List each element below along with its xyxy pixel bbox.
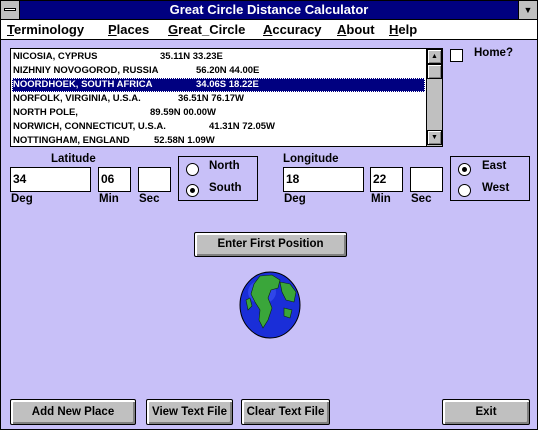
minimize-icon[interactable]: ▼ — [518, 1, 537, 19]
place-name: NORWICH, CONNECTICUT, U.S.A. — [13, 121, 166, 132]
latitude-sec-field[interactable] — [138, 167, 171, 192]
menu-mnemonic: H — [389, 22, 399, 37]
south-label: South — [209, 182, 242, 194]
list-item[interactable]: NORTH POLE, 89.59N 00.00W — [12, 106, 425, 120]
latitude-deg-label: Deg — [11, 193, 33, 205]
longitude-deg-label: Deg — [284, 193, 306, 205]
menu-label: reat_Circle — [178, 22, 246, 37]
list-item[interactable]: NICOSIA, CYPRUS 35.11N 33.23E — [12, 50, 425, 64]
menu-bar: Terminology Places Great_Circle Accuracy… — [1, 20, 537, 40]
latitude-hemisphere-group: North South — [178, 156, 258, 201]
latitude-heading: Latitude — [51, 153, 96, 165]
view-text-file-button[interactable]: View Text File — [146, 399, 233, 425]
place-name: NICOSIA, CYPRUS — [13, 51, 98, 62]
menu-mnemonic: P — [108, 22, 117, 37]
menu-label: bout — [346, 22, 375, 37]
menu-label: elp — [398, 22, 418, 37]
north-radio[interactable] — [186, 163, 199, 176]
longitude-hemisphere-group: East West — [450, 156, 530, 201]
scroll-thumb[interactable] — [427, 64, 442, 79]
north-label: North — [209, 160, 240, 172]
menu-places[interactable]: Places — [108, 22, 149, 37]
longitude-sec-field[interactable] — [410, 167, 443, 192]
scroll-up-icon[interactable]: ▲ — [427, 49, 442, 64]
west-label: West — [482, 182, 510, 194]
menu-label: erminology — [13, 22, 85, 37]
place-coords: 36.51N 76.17W — [178, 93, 245, 104]
menu-about[interactable]: About — [337, 22, 375, 37]
list-item-selected[interactable]: NOORDHOEK, SOUTH AFRICA 34.06S 18.22E — [12, 78, 425, 92]
place-coords: 89.59N 00.00W — [150, 107, 217, 118]
latitude-min-label: Min — [99, 193, 119, 205]
latitude-deg-field[interactable]: 34 — [10, 167, 91, 192]
latitude-sec-label: Sec — [139, 193, 160, 205]
menu-terminology[interactable]: Terminology — [7, 22, 84, 37]
place-coords: 56.20N 44.00E — [196, 65, 260, 76]
longitude-sec-label: Sec — [411, 193, 432, 205]
app-window: Great Circle Distance Calculator ▼ Termi… — [0, 0, 538, 430]
menu-mnemonic: G — [168, 22, 179, 37]
clear-text-file-button[interactable]: Clear Text File — [241, 399, 330, 425]
place-name: NIZHNIY NOVOGOROD, RUSSIA — [13, 65, 159, 76]
place-coords: 35.11N 33.23E — [160, 51, 223, 62]
place-name: NOTTINGHAM, ENGLAND — [13, 135, 130, 146]
window-title: Great Circle Distance Calculator — [169, 2, 369, 17]
home-label: Home? — [474, 47, 513, 59]
title-bar: Great Circle Distance Calculator ▼ — [1, 1, 537, 20]
list-item[interactable]: NOTTINGHAM, ENGLAND 52.58N 1.09W — [12, 134, 425, 148]
enter-position-button[interactable]: Enter First Position — [194, 232, 347, 257]
menu-label: ccuracy — [272, 22, 322, 37]
west-radio[interactable] — [458, 184, 471, 197]
place-coords: 52.58N 1.09W — [154, 135, 215, 146]
menu-help[interactable]: Help — [389, 22, 417, 37]
places-listbox[interactable]: NICOSIA, CYPRUS 35.11N 33.23E NIZHNIY NOV… — [10, 48, 443, 147]
longitude-min-label: Min — [371, 193, 391, 205]
longitude-heading: Longitude — [283, 153, 339, 165]
list-scrollbar[interactable]: ▲ ▼ — [426, 49, 442, 146]
menu-great-circle[interactable]: Great_Circle — [168, 22, 245, 37]
scroll-down-icon[interactable]: ▼ — [427, 130, 442, 145]
menu-label: laces — [116, 22, 150, 37]
longitude-min-field[interactable]: 22 — [370, 167, 403, 192]
east-label: East — [482, 160, 507, 172]
longitude-deg-field[interactable]: 18 — [283, 167, 364, 192]
menu-accuracy[interactable]: Accuracy — [263, 22, 322, 37]
place-coords: 41.31N 72.05W — [209, 121, 276, 132]
south-radio[interactable] — [186, 184, 199, 197]
exit-button[interactable]: Exit — [442, 399, 530, 425]
east-radio[interactable] — [458, 163, 471, 176]
menu-mnemonic: T — [7, 22, 14, 37]
list-item[interactable]: NORWICH, CONNECTICUT, U.S.A. 41.31N 72.05… — [12, 120, 425, 134]
add-new-place-button[interactable]: Add New Place — [10, 399, 136, 425]
system-menu-icon[interactable] — [1, 1, 20, 19]
list-item[interactable]: NIZHNIY NOVOGOROD, RUSSIA 56.20N 44.00E — [12, 64, 425, 78]
place-name: NORFOLK, VIRGINIA, U.S.A. — [13, 93, 141, 104]
home-checkbox[interactable] — [450, 49, 463, 62]
latitude-min-field[interactable]: 06 — [98, 167, 131, 192]
place-coords: 34.06S 18.22E — [196, 79, 259, 90]
menu-mnemonic: A — [337, 22, 347, 37]
globe-icon — [239, 271, 301, 339]
place-name: NOORDHOEK, SOUTH AFRICA — [13, 79, 153, 90]
place-name: NORTH POLE, — [13, 107, 78, 118]
menu-mnemonic: A — [263, 22, 273, 37]
list-item[interactable]: NORFOLK, VIRGINIA, U.S.A. 36.51N 76.17W — [12, 92, 425, 106]
